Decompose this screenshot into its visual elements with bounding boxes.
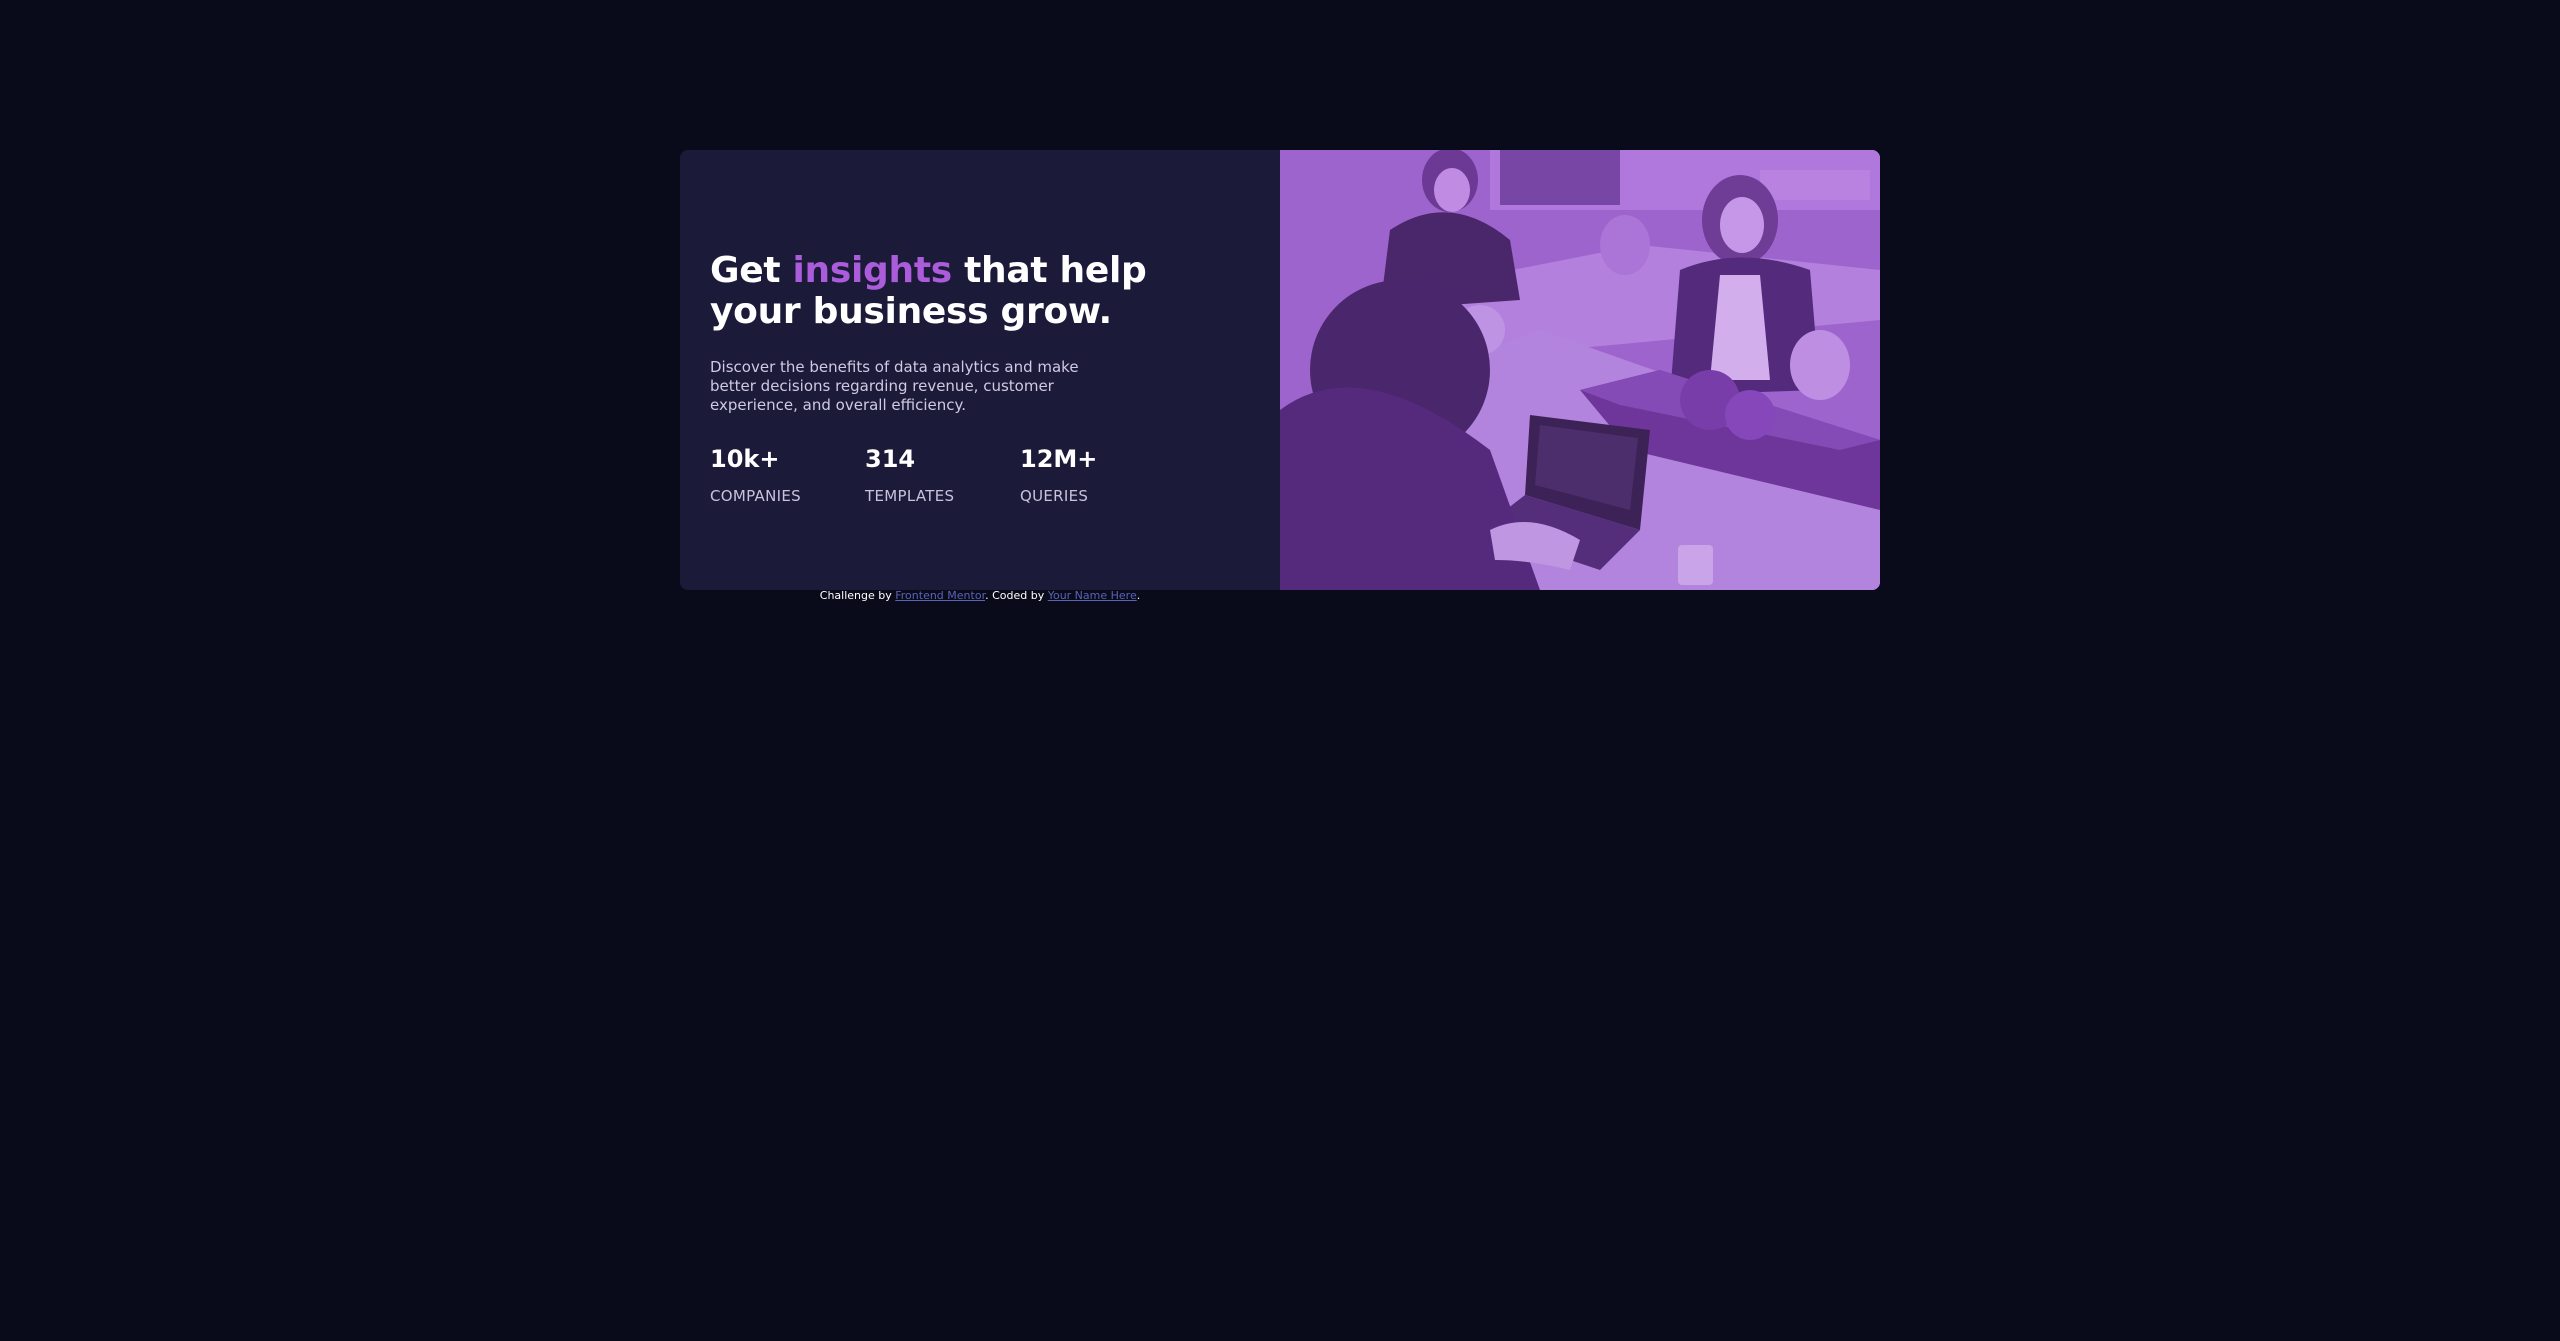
description: Discover the benefits of data analytics … [710, 358, 1079, 414]
stats-preview-card: Get insights that help your business gro… [680, 150, 1880, 590]
stat-value: 314 [865, 445, 916, 473]
frontend-mentor-link[interactable]: Frontend Mentor [895, 589, 985, 602]
stat-templates: 314 TEMPLATES [865, 445, 1020, 505]
stat-label: COMPANIES [710, 487, 801, 505]
attribution-suffix: . [1136, 589, 1141, 602]
page: Get insights that help your business gro… [0, 0, 2560, 1341]
attribution: Challenge by Frontend Mentor. Coded by Y… [680, 590, 1280, 602]
headline-accent: insights [792, 250, 953, 291]
stat-companies: 10k+ COMPANIES [710, 445, 865, 505]
headline: Get insights that help your business gro… [710, 250, 1180, 332]
stats-row: 10k+ COMPANIES 314 TEMPLATES 12M+ QUERIE… [710, 445, 1250, 505]
stat-label: TEMPLATES [865, 487, 955, 505]
office-photo-illustration [1280, 150, 1880, 590]
stat-queries: 12M+ QUERIES [1020, 445, 1175, 505]
stat-value: 12M+ [1020, 445, 1098, 473]
card-content: Get insights that help your business gro… [680, 150, 1280, 590]
attribution-prefix: Challenge by [819, 589, 896, 602]
header-image [1280, 150, 1880, 590]
attribution-middle: . Coded by [985, 589, 1048, 602]
stat-value: 10k+ [710, 445, 780, 473]
headline-start: Get [710, 250, 793, 291]
author-link[interactable]: Your Name Here [1048, 589, 1137, 602]
stat-label: QUERIES [1020, 487, 1089, 505]
